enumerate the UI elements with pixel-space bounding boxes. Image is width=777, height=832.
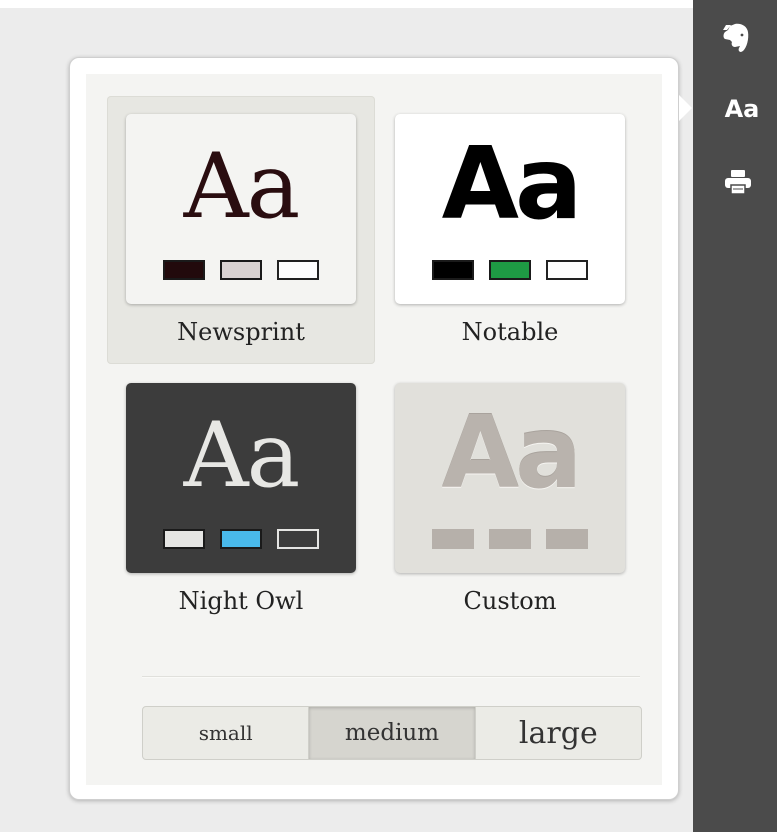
color-swatches	[395, 529, 625, 549]
swatch	[163, 260, 205, 280]
size-large-button[interactable]: large	[476, 707, 641, 759]
swatch	[546, 529, 588, 549]
theme-custom[interactable]: Aa Custom	[376, 365, 644, 633]
swatch	[432, 260, 474, 280]
theme-newsprint[interactable]: Aa Newsprint	[107, 96, 375, 364]
top-strip	[0, 0, 693, 8]
size-medium-button[interactable]: medium	[308, 707, 476, 759]
theme-preview[interactable]: Aa	[126, 114, 356, 304]
font-sample: Aa	[441, 125, 583, 242]
theme-preview[interactable]: Aa	[395, 383, 625, 573]
evernote-elephant-icon[interactable]	[716, 18, 756, 58]
size-small-button[interactable]: small	[143, 707, 308, 759]
print-icon[interactable]	[718, 162, 758, 202]
theme-label: Night Owl	[178, 587, 304, 615]
swatch	[220, 529, 262, 549]
popup-pointer	[679, 95, 692, 121]
swatch	[432, 529, 474, 549]
swatch	[489, 529, 531, 549]
color-swatches	[126, 529, 356, 549]
theme-label: Notable	[461, 318, 559, 346]
divider	[142, 676, 640, 678]
swatch	[163, 529, 205, 549]
swatch	[277, 529, 319, 549]
font-sample: Aa	[183, 403, 301, 508]
theme-preview[interactable]: Aa	[395, 114, 625, 304]
theme-label: Newsprint	[177, 318, 305, 346]
text-size-selector: small medium large	[142, 706, 642, 760]
swatch	[546, 260, 588, 280]
theme-label: Custom	[463, 587, 557, 615]
popup-panel: Aa Newsprint Aa Notable Aa Night Owl Aa …	[86, 74, 662, 785]
font-sample: Aa	[183, 134, 301, 239]
theme-preview[interactable]: Aa	[126, 383, 356, 573]
theme-notable[interactable]: Aa Notable	[376, 96, 644, 364]
font-icon[interactable]: Aa	[712, 90, 772, 128]
swatch	[489, 260, 531, 280]
swatch	[220, 260, 262, 280]
reading-style-popup: Aa Newsprint Aa Notable Aa Night Owl Aa …	[69, 57, 679, 800]
font-sample: Aa	[441, 394, 583, 511]
theme-night-owl[interactable]: Aa Night Owl	[107, 365, 375, 633]
swatch	[277, 260, 319, 280]
color-swatches	[395, 260, 625, 280]
color-swatches	[126, 260, 356, 280]
